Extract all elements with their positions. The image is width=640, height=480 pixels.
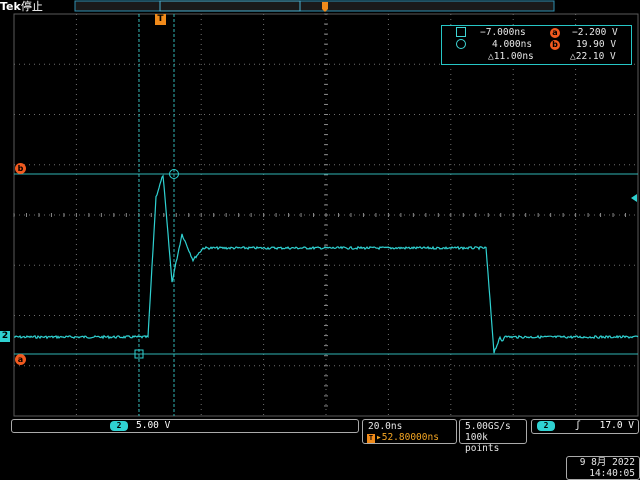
trigger-level-value: 17.0 V: [599, 420, 634, 431]
cursor-b-volt: 19.90 V: [576, 39, 617, 50]
sample-rate-value: 5.00GS/s: [465, 421, 511, 432]
record-length-value: 100k points: [465, 432, 500, 454]
cursor-delta-volt: △22.10 V: [570, 51, 616, 62]
cursor-a-square-icon: [456, 27, 466, 37]
cursor-readout-panel: −7.000ns a −2.200 V 4.000ns b 19.90 V △1…: [441, 25, 632, 65]
cursor-a-time: −7.000ns: [480, 27, 526, 38]
trigger-level-arrow-icon[interactable]: [631, 194, 637, 202]
cursor-b-circle-icon: [456, 39, 466, 49]
record-view-bar: [74, 0, 555, 12]
date-value: 9 8月 2022: [579, 457, 635, 468]
graticule-center-ticks: [13, 13, 627, 407]
horizontal-position: T ▸52.80000ns: [367, 432, 439, 443]
trigger-settings-box[interactable]: 2 ʃ 17.0 V: [531, 419, 639, 434]
trigger-glyph-icon: T: [367, 434, 375, 443]
cursor-a-marker[interactable]: a: [15, 354, 26, 365]
cursor-delta-time: △11.00ns: [488, 51, 534, 62]
scope-display[interactable]: [0, 0, 640, 480]
cursor-b-time: 4.000ns: [492, 39, 533, 50]
trigger-source-badge: 2: [537, 421, 555, 431]
horizontal-position-value: 52.80000ns: [381, 432, 439, 443]
horizontal-scale-value: 20.0ns: [368, 421, 403, 432]
date-time-display: 9 8月 2022 14:40:05: [566, 456, 640, 480]
cursor-b-badge: b: [550, 40, 560, 50]
cursor-b-marker[interactable]: b: [15, 163, 26, 174]
channel-2-scale-box[interactable]: 2 5.00 V: [11, 419, 359, 433]
trigger-position-marker[interactable]: T: [155, 14, 166, 25]
vertical-scale-value: 5.00 V: [136, 420, 171, 431]
channel-2-ground-marker[interactable]: 2: [0, 331, 10, 342]
time-value: 14:40:05: [589, 468, 635, 479]
acquisition-box[interactable]: 5.00GS/s 100k points: [459, 419, 527, 454]
rising-edge-icon: ʃ: [575, 420, 581, 431]
cursor-a-volt: −2.200 V: [572, 27, 618, 38]
channel-2-badge: 2: [110, 421, 128, 431]
horizontal-timebase-box[interactable]: 20.0ns T ▸52.80000ns: [362, 419, 457, 444]
cursor-a-badge: a: [550, 28, 560, 38]
